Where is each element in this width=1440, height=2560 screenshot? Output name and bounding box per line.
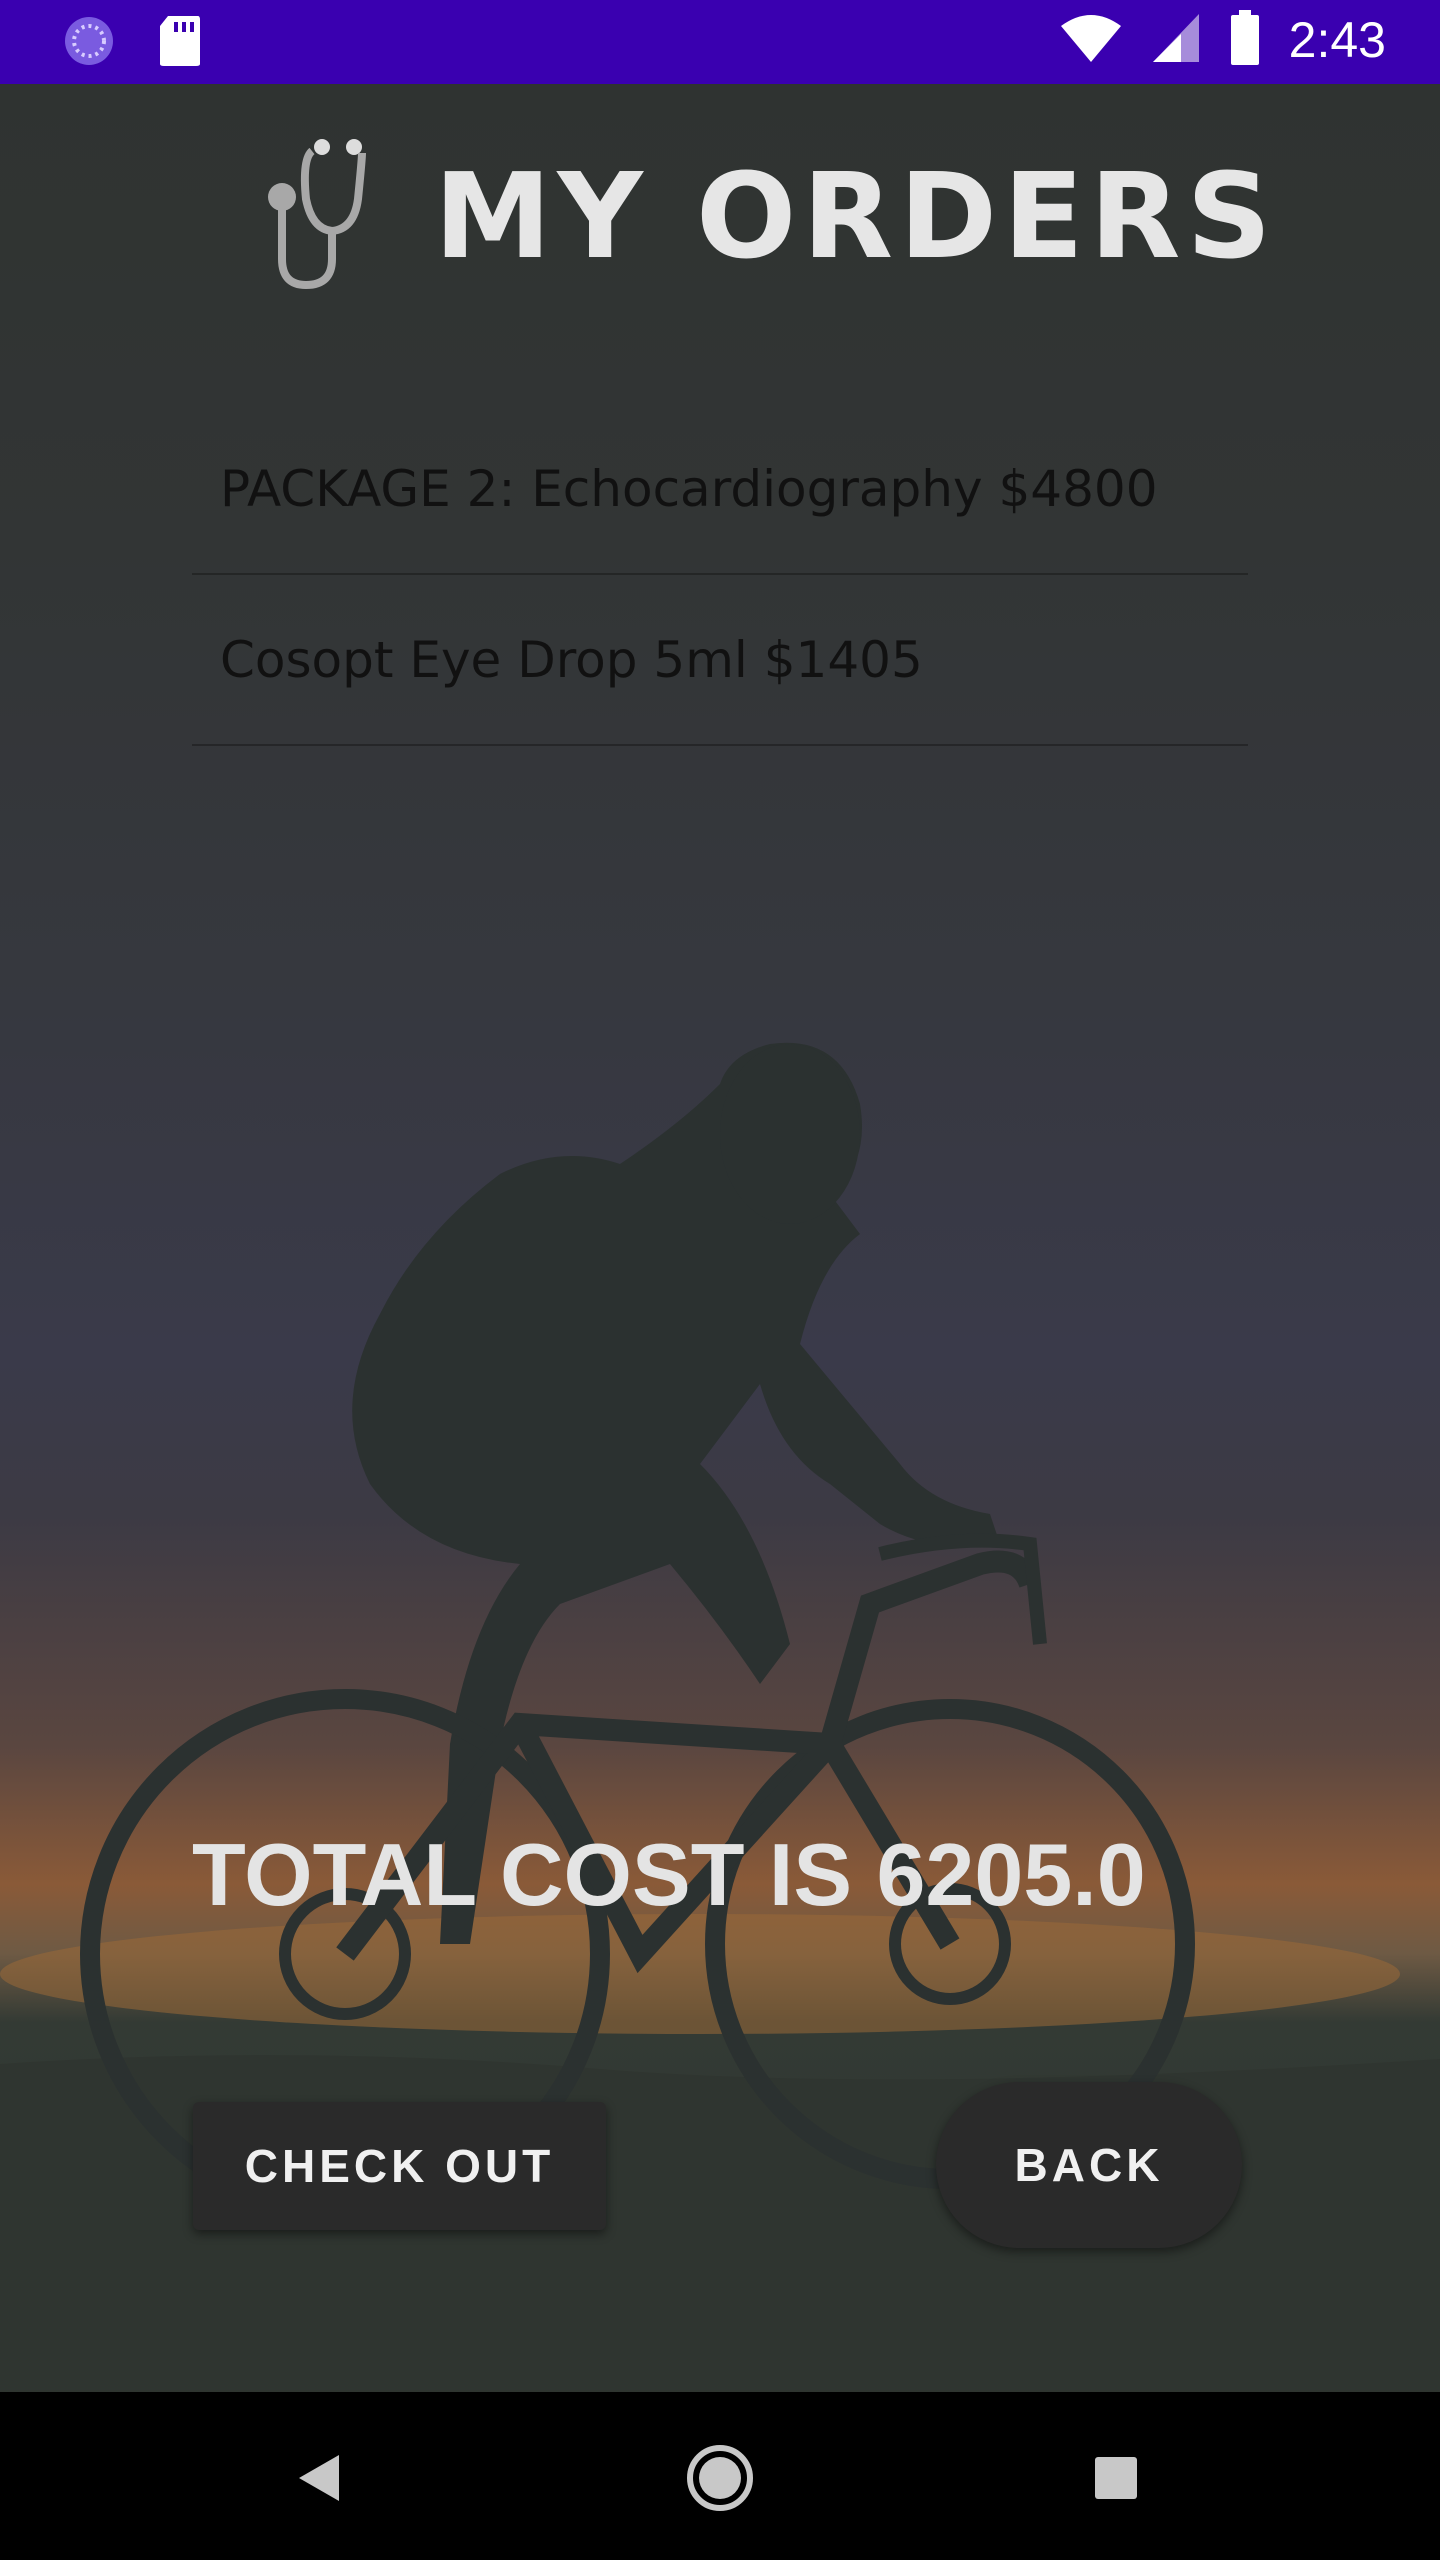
main-content: MY ORDERS PACKAGE 2: Echocardiography $4…: [0, 84, 1440, 2392]
page-header: MY ORDERS: [262, 136, 1278, 296]
cell-signal-icon: [1151, 12, 1201, 68]
back-button[interactable]: BACK: [936, 2082, 1242, 2248]
stethoscope-icon: [262, 139, 382, 293]
sync-circle-icon: [62, 14, 116, 72]
sd-card-icon: [158, 14, 202, 72]
checkout-button[interactable]: CHECK OUT: [193, 2102, 606, 2230]
home-circle-icon[interactable]: [670, 2428, 770, 2528]
status-bar: 2:43: [0, 0, 1440, 84]
total-cost-text: TOTAL COST IS 6205.0: [192, 1825, 1146, 1924]
clock: 2:43: [1288, 12, 1386, 68]
back-triangle-icon[interactable]: [270, 2428, 370, 2528]
recents-square-icon[interactable]: [1066, 2428, 1166, 2528]
page-title: MY ORDERS: [434, 147, 1278, 285]
order-list: PACKAGE 2: Echocardiography $4800 Cosopt…: [192, 404, 1248, 746]
wifi-icon: [1059, 12, 1123, 68]
order-item[interactable]: Cosopt Eye Drop 5ml $1405: [192, 575, 1248, 746]
order-item[interactable]: PACKAGE 2: Echocardiography $4800: [192, 404, 1248, 575]
navigation-bar: [0, 2392, 1440, 2560]
battery-icon: [1229, 10, 1261, 70]
